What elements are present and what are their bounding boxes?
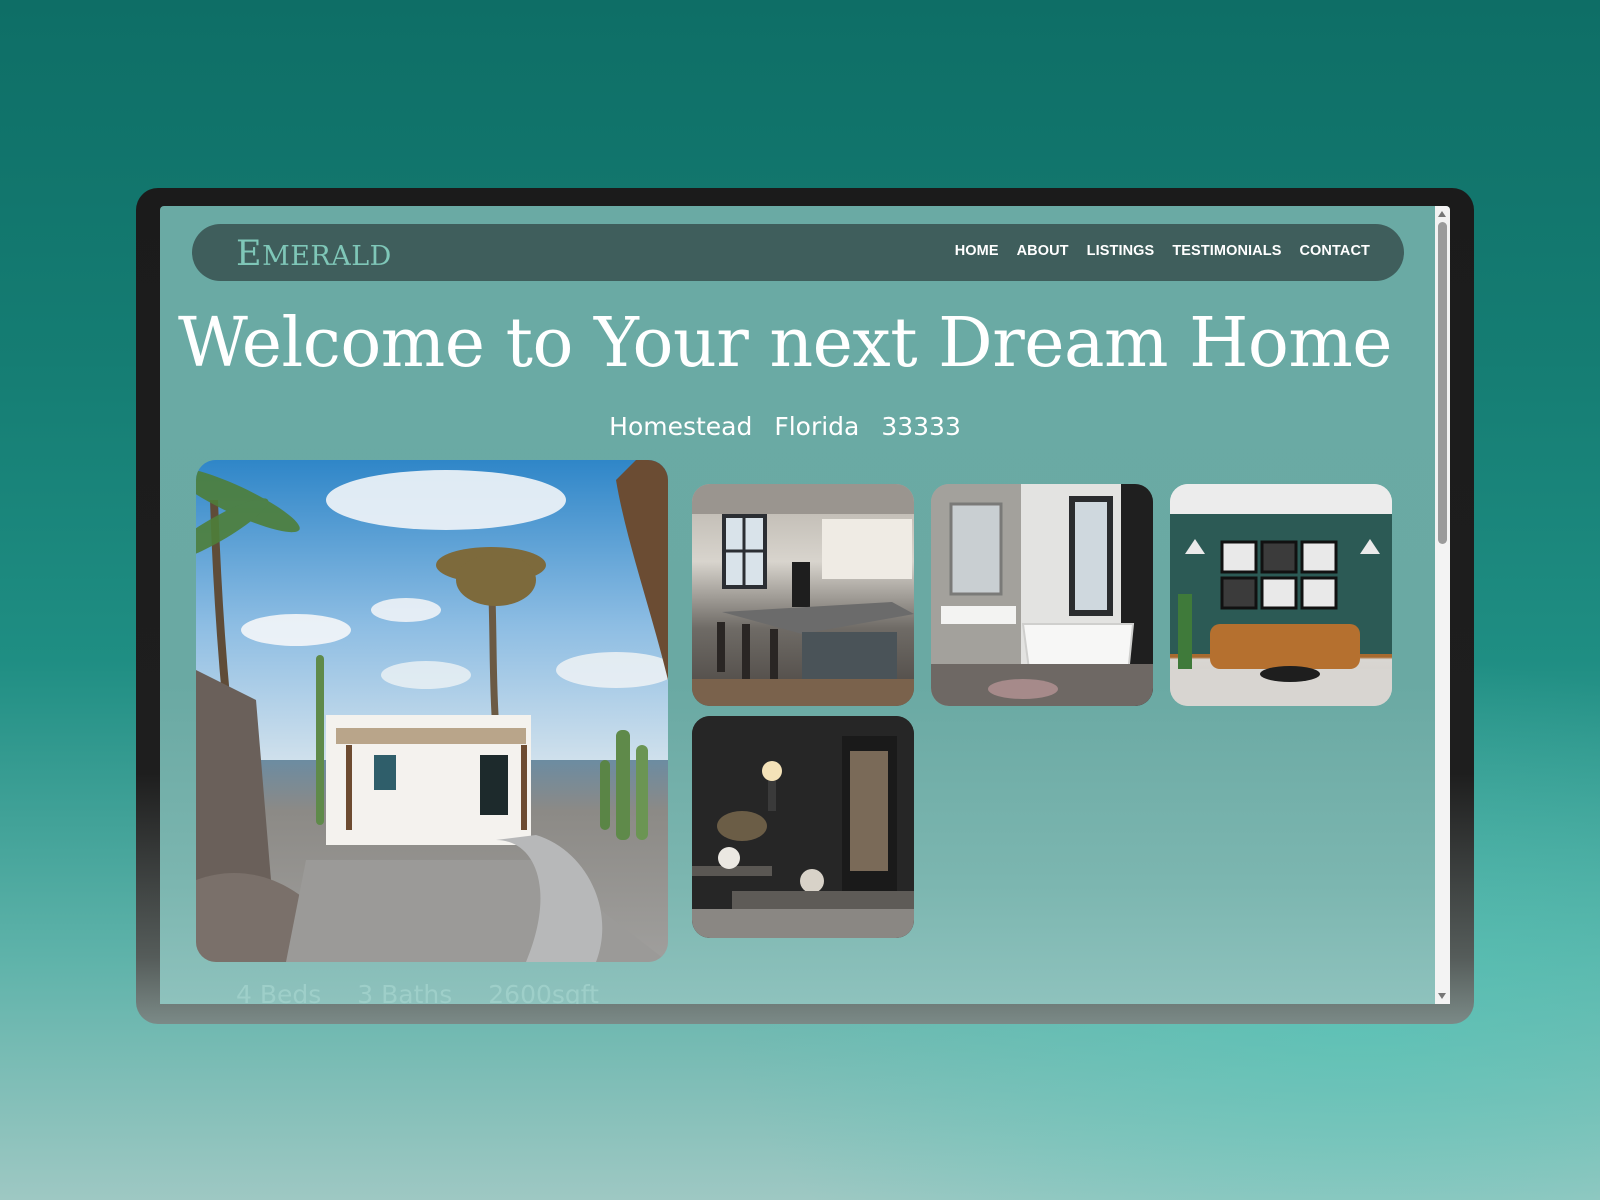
kitchen-photo-art — [692, 484, 914, 706]
property-location: Homestead Florida 33333 — [160, 412, 1410, 441]
exterior-photo-art — [196, 460, 668, 962]
nav-home[interactable]: HOME — [955, 243, 999, 259]
location-state: Florida — [774, 412, 860, 441]
hero-title: Welcome to Your next Dream Home — [177, 304, 1393, 383]
nav-testimonials[interactable]: TESTIMONIALS — [1172, 243, 1281, 259]
location-city: Homestead — [609, 412, 753, 441]
nav-listings[interactable]: LISTINGS — [1087, 243, 1155, 259]
square-footage: 2600sqft — [488, 980, 599, 1004]
property-stats: 4 Beds 3 Baths 2600sqft — [236, 980, 599, 1004]
vertical-scrollbar[interactable] — [1435, 206, 1450, 1004]
living-room-photo-art — [1170, 484, 1392, 706]
nav-links: HOME ABOUT LISTINGS TESTIMONIALS CONTACT — [955, 243, 1370, 259]
browser-viewport: EMERALD HOME ABOUT LISTINGS TESTIMONIALS… — [160, 206, 1450, 1004]
nav-contact[interactable]: CONTACT — [1299, 243, 1370, 259]
monitor-frame: EMERALD HOME ABOUT LISTINGS TESTIMONIALS… — [136, 188, 1474, 1024]
entryway-photo[interactable] — [692, 716, 914, 938]
kitchen-photo[interactable] — [692, 484, 914, 706]
scroll-down-arrow-icon[interactable] — [1438, 993, 1446, 999]
beds-count: 4 Beds — [236, 980, 322, 1004]
living-room-photo[interactable] — [1170, 484, 1392, 706]
exterior-photo[interactable] — [196, 460, 668, 962]
logo-initial: E — [236, 234, 263, 274]
scroll-up-arrow-icon[interactable] — [1438, 211, 1446, 217]
location-zip: 33333 — [881, 412, 961, 441]
bathroom-photo[interactable] — [931, 484, 1153, 706]
scrollbar-thumb[interactable] — [1438, 222, 1447, 544]
nav-about[interactable]: ABOUT — [1017, 243, 1069, 259]
baths-count: 3 Baths — [357, 980, 453, 1004]
top-navbar: EMERALD HOME ABOUT LISTINGS TESTIMONIALS… — [192, 224, 1404, 281]
brand-logo[interactable]: EMERALD — [236, 234, 392, 274]
entryway-photo-art — [692, 716, 914, 938]
bathroom-photo-art — [931, 484, 1153, 706]
logo-rest: MERALD — [262, 241, 392, 272]
